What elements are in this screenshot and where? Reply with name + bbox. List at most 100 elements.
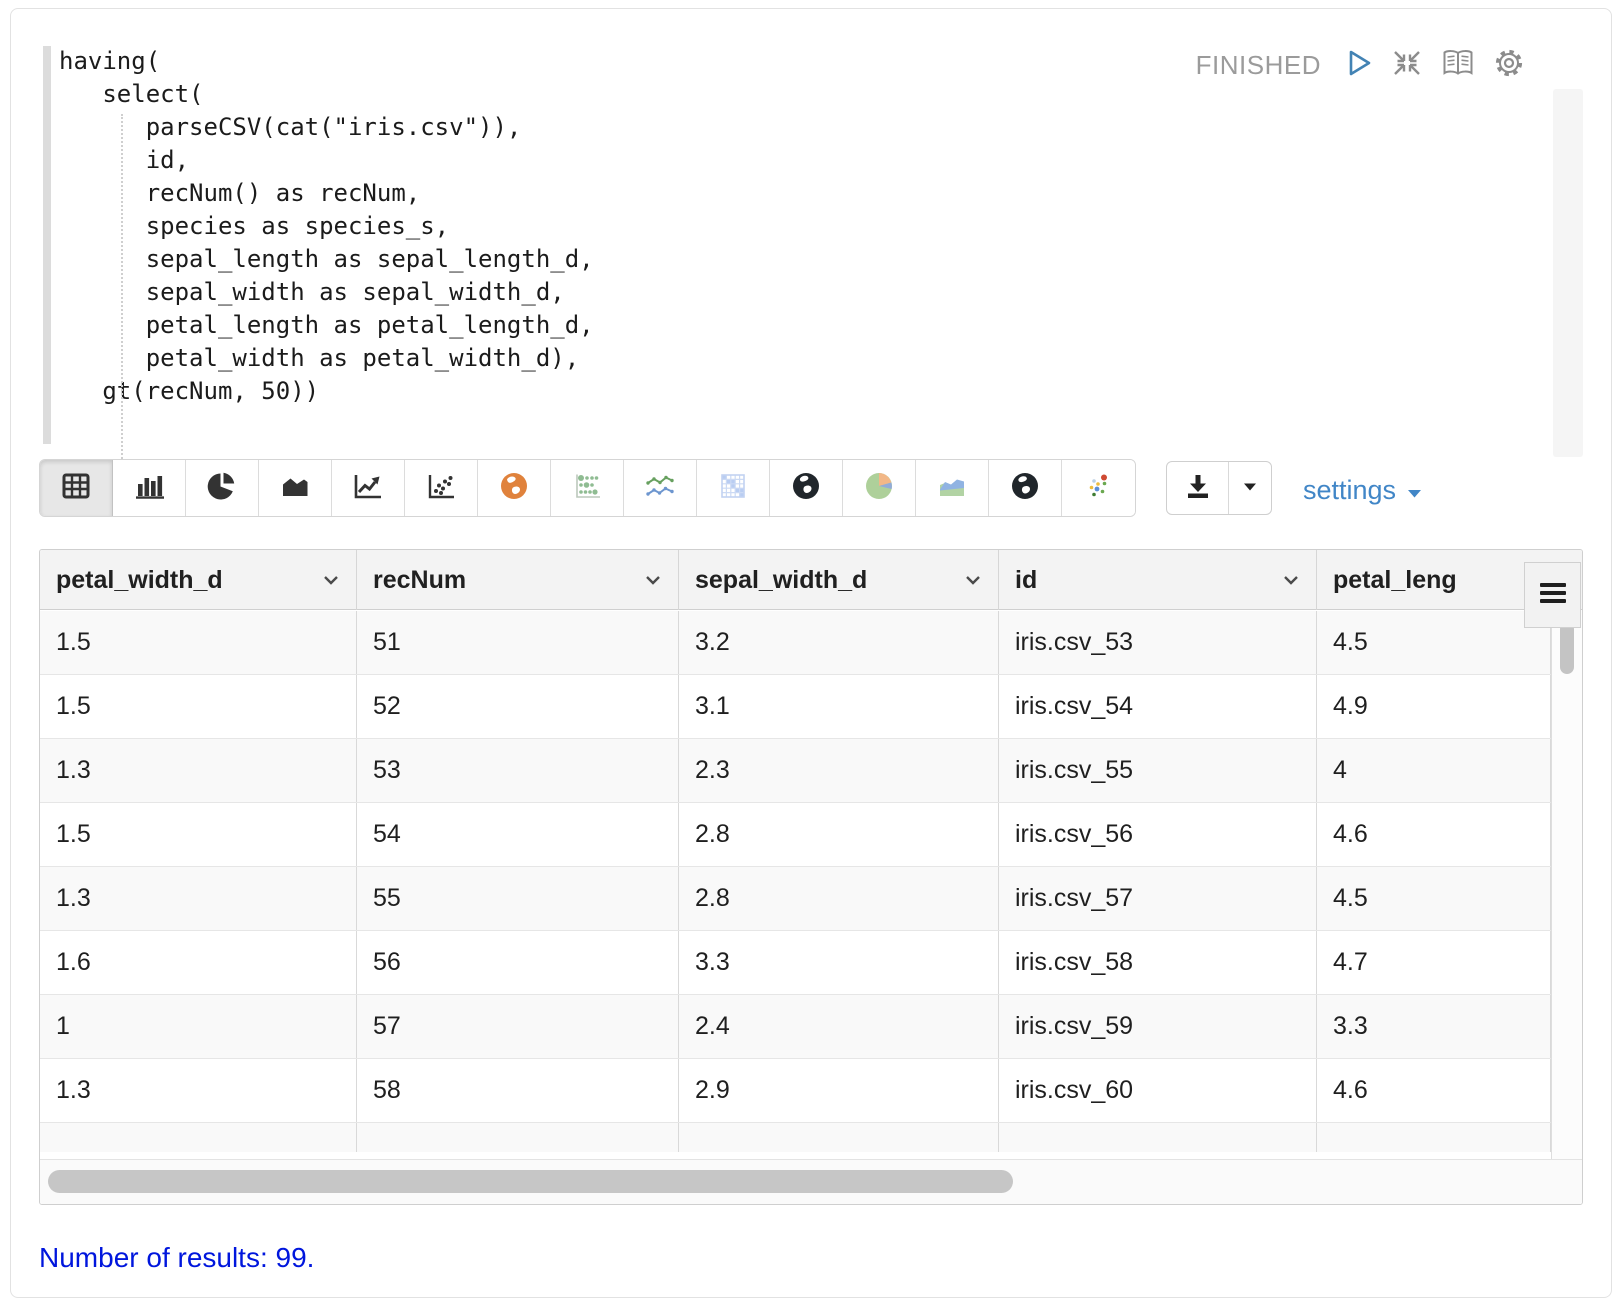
table-cell: iris.csv_59 — [999, 995, 1317, 1058]
run-button[interactable] — [1344, 47, 1374, 84]
table-cell: 1.3 — [40, 1059, 357, 1122]
download-icon — [1184, 472, 1212, 505]
column-menu-caret-icon[interactable] — [322, 575, 340, 586]
table-row[interactable]: 1.3582.9iris.csv_604.6 — [40, 1059, 1551, 1123]
horizontal-scrollbar-thumb[interactable] — [48, 1170, 1013, 1193]
table-cell — [1317, 1123, 1551, 1152]
table-cell: 3.3 — [1317, 995, 1551, 1058]
result-table: petal_width_drecNum sepal_width_didpetal_… — [39, 549, 1583, 1205]
column-menu-caret-icon[interactable] — [644, 575, 662, 586]
table-cell: 2.8 — [679, 867, 999, 930]
viz-bar-chart-button[interactable] — [113, 460, 186, 516]
viz-area-chart-button[interactable] — [259, 460, 332, 516]
table-cell: 52 — [357, 675, 679, 738]
table-cell — [357, 1123, 679, 1152]
settings-link[interactable]: settings — [1303, 469, 1423, 511]
download-button[interactable] — [1167, 462, 1229, 514]
table-cell: 4.5 — [1317, 611, 1551, 674]
grid-body: 1.5513.2iris.csv_534.51.5523.1iris.csv_5… — [40, 611, 1551, 1152]
map-orange-icon — [498, 471, 530, 506]
viz-button-group — [39, 459, 1136, 517]
column-header-recNum[interactable]: recNum — [357, 550, 679, 610]
viz-line-chart-button[interactable] — [332, 460, 405, 516]
table-cell: 4.6 — [1317, 1059, 1551, 1122]
table-cell — [679, 1123, 999, 1152]
viz-pie-chart-color-button[interactable] — [843, 460, 916, 516]
table-cell: iris.csv_58 — [999, 931, 1317, 994]
table-cell: 2.9 — [679, 1059, 999, 1122]
table-row[interactable]: 1.3532.3iris.csv_554 — [40, 739, 1551, 803]
code-editor[interactable]: having( select( parseCSV(cat("iris.csv")… — [59, 45, 594, 408]
column-header-id[interactable]: id — [999, 550, 1317, 610]
table-cell: 1.5 — [40, 611, 357, 674]
table-row[interactable]: 1.5523.1iris.csv_544.9 — [40, 675, 1551, 739]
table-cell: 1.3 — [40, 739, 357, 802]
viz-table-button[interactable] — [40, 460, 113, 516]
table-cell: iris.csv_53 — [999, 611, 1317, 674]
hamburger-menu-icon — [1538, 581, 1568, 610]
vertical-scrollbar-thumb[interactable] — [1560, 622, 1574, 674]
viz-heatmap-button[interactable] — [697, 460, 770, 516]
table-cell: iris.csv_60 — [999, 1059, 1317, 1122]
viz-scatter-chart-button[interactable] — [405, 460, 478, 516]
table-cell: 51 — [357, 611, 679, 674]
editor-scrollbar[interactable] — [1553, 89, 1583, 457]
table-row[interactable]: 1.6563.3iris.csv_584.7 — [40, 931, 1551, 995]
table-cell: 55 — [357, 867, 679, 930]
table-cell: 57 — [357, 995, 679, 1058]
table-cell: 1.3 — [40, 867, 357, 930]
table-cell: 2.8 — [679, 803, 999, 866]
indent-guide — [121, 114, 123, 459]
paragraph-card: having( select( parseCSV(cat("iris.csv")… — [10, 8, 1612, 1298]
multi-line-chart-icon — [644, 471, 676, 506]
grid-menu-button[interactable] — [1524, 562, 1581, 628]
table-cell: iris.csv_55 — [999, 739, 1317, 802]
table-row[interactable]: 1572.4iris.csv_593.3 — [40, 995, 1551, 1059]
vertical-scrollbar[interactable] — [1551, 610, 1582, 1159]
settings-gear-button[interactable] — [1493, 47, 1525, 84]
globe-dark-1-icon — [790, 471, 822, 506]
table-cell: 54 — [357, 803, 679, 866]
notebook-button[interactable] — [1440, 48, 1476, 83]
viz-bubble-chart-button[interactable] — [551, 460, 624, 516]
table-row[interactable]: 1.5513.2iris.csv_534.5 — [40, 611, 1551, 675]
column-header-petal_width_d[interactable]: petal_width_d — [40, 550, 357, 610]
viz-globe-dark-2-button[interactable] — [989, 460, 1062, 516]
table-cell: 4.7 — [1317, 931, 1551, 994]
column-menu-caret-icon[interactable] — [964, 575, 982, 586]
table-cell: 56 — [357, 931, 679, 994]
column-header-sepal_width_d[interactable]: sepal_width_d — [679, 550, 999, 610]
viz-globe-dark-1-button[interactable] — [770, 460, 843, 516]
viz-pie-chart-button[interactable] — [186, 460, 259, 516]
code-editor-section: having( select( parseCSV(cat("iris.csv")… — [11, 9, 1611, 459]
viz-scatter-color-button[interactable] — [1062, 460, 1135, 516]
heatmap-icon — [717, 471, 749, 506]
table-cell: 3.2 — [679, 611, 999, 674]
globe-dark-2-icon — [1009, 471, 1041, 506]
horizontal-scrollbar[interactable] — [40, 1159, 1582, 1204]
table-row[interactable]: 1.3552.8iris.csv_574.5 — [40, 867, 1551, 931]
table-cell: iris.csv_54 — [999, 675, 1317, 738]
table-cell: iris.csv_56 — [999, 803, 1317, 866]
column-label: petal_leng — [1317, 566, 1457, 595]
table-row[interactable]: 1.5542.8iris.csv_564.6 — [40, 803, 1551, 867]
gear-icon — [1493, 47, 1525, 84]
viz-map-orange-button[interactable] — [478, 460, 551, 516]
caret-down-icon — [1242, 479, 1258, 497]
book-icon — [1440, 48, 1476, 83]
viz-area-chart-color-button[interactable] — [916, 460, 989, 516]
compress-icon — [1391, 48, 1423, 83]
table-row[interactable] — [40, 1123, 1551, 1152]
table-cell: 3.3 — [679, 931, 999, 994]
column-menu-caret-icon[interactable] — [1282, 575, 1300, 586]
scatter-color-icon — [1083, 471, 1115, 506]
table-cell: 1 — [40, 995, 357, 1058]
pie-chart-color-icon — [863, 471, 895, 506]
collapse-button[interactable] — [1391, 48, 1423, 83]
table-cell: 1.5 — [40, 675, 357, 738]
bar-chart-icon — [133, 471, 165, 506]
scatter-chart-icon — [425, 471, 457, 506]
column-label: recNum — [357, 566, 466, 595]
viz-multi-line-chart-button[interactable] — [624, 460, 697, 516]
download-options-button[interactable] — [1229, 462, 1271, 514]
